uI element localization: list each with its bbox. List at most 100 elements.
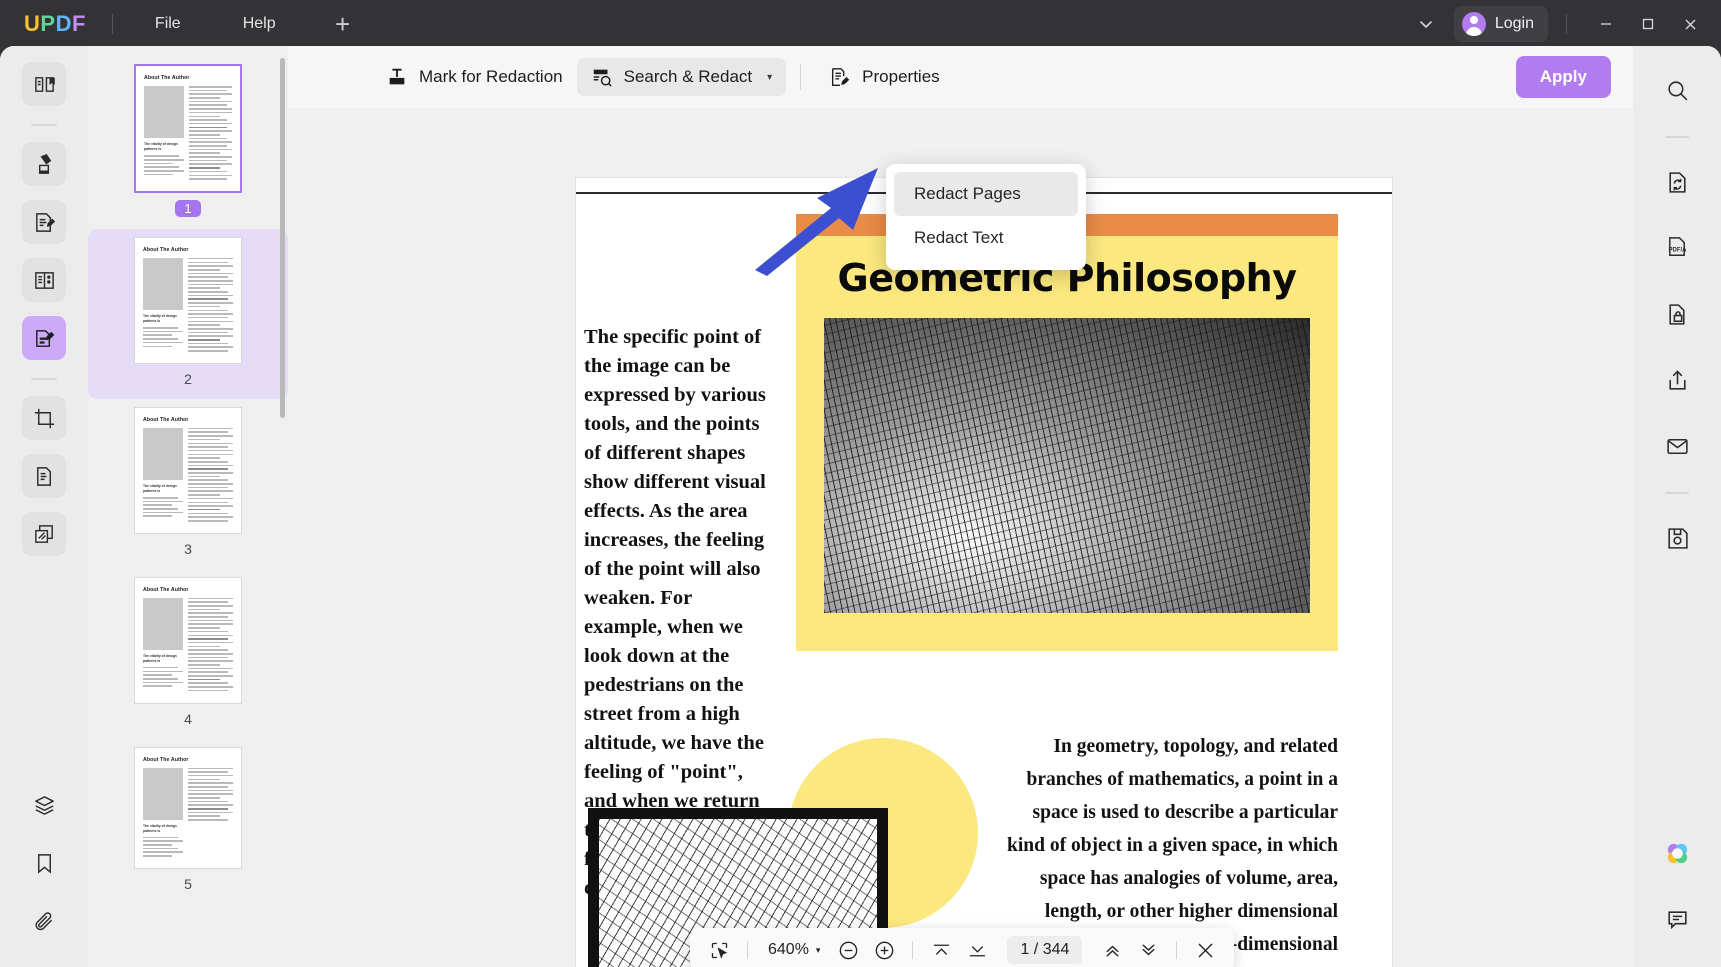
new-tab-button[interactable]: +	[326, 7, 360, 41]
thumbnail-preview: About The Author The vitality of design …	[134, 576, 242, 704]
fit-page-top-icon[interactable]	[925, 934, 957, 966]
menu-help[interactable]: Help	[227, 9, 292, 39]
search-redact-dropdown-menu: Redact Pages Redact Text	[886, 164, 1086, 270]
sidebar-item-redact[interactable]	[22, 316, 66, 360]
minimize-button[interactable]	[1585, 6, 1627, 42]
share-export-icon[interactable]	[1655, 358, 1699, 402]
thumbnail-image-placeholder	[143, 427, 183, 480]
menu-item-redact-text[interactable]: Redact Text	[894, 216, 1078, 260]
thumbnail-text-lines	[189, 86, 232, 182]
search-and-redact-label: Search & Redact	[623, 67, 753, 86]
thumbnail-title: About The Author	[143, 756, 189, 763]
thumbnail-preview: About The Author The vitality of design …	[134, 236, 242, 364]
chevron-down-icon: ▾	[767, 71, 773, 83]
login-label: Login	[1494, 15, 1534, 32]
redact-toolbar: Mark for Redaction Search & Redact ▾ Pro…	[288, 46, 1633, 108]
hero-block: Geometric Philosophy	[796, 214, 1338, 651]
thumbnail-image-placeholder	[144, 86, 184, 138]
thumbnail-preview: About The Author The vitality of design …	[134, 64, 242, 193]
zoom-level-selector[interactable]: 640% ▾	[760, 941, 828, 959]
thumbnail-subtitle: The vitality of design patterns is	[143, 653, 177, 663]
left-tool-rail	[0, 46, 88, 967]
avatar	[1461, 12, 1486, 36]
sidebar-item-attachment[interactable]	[22, 899, 66, 943]
thumbnail-page-number: 1	[175, 199, 201, 217]
properties-icon	[829, 66, 851, 88]
thumbnail-page-number: 3	[184, 540, 192, 557]
updf-application-window: U P D F File Help + Login About The Auth…	[0, 0, 1721, 967]
ai-assistant-icon[interactable]	[1655, 831, 1699, 875]
sidebar-item-layers[interactable]	[22, 783, 66, 827]
float-divider-2	[912, 941, 914, 959]
thumbnail-text-lines	[188, 427, 233, 524]
svg-text:PDF/A: PDF/A	[1668, 247, 1687, 253]
email-icon[interactable]	[1655, 424, 1699, 468]
updf-logo: U P D F	[24, 11, 86, 37]
menu-item-redact-pages[interactable]: Redact Pages	[894, 172, 1078, 216]
titlebar-right-group: Login	[1408, 6, 1721, 42]
properties-label: Properties	[862, 67, 940, 86]
pointer-select-icon[interactable]	[703, 934, 735, 966]
zoom-out-button[interactable]	[832, 934, 864, 966]
chevrons-up-icon[interactable]	[1096, 934, 1128, 966]
login-button[interactable]: Login	[1453, 6, 1548, 42]
sidebar-item-ocr[interactable]	[22, 454, 66, 498]
pdf-page[interactable]: Geometric Philosophy The specific point …	[576, 178, 1392, 967]
sidebar-item-organize-pages[interactable]	[22, 512, 66, 556]
thumbnail-scrollbar[interactable]	[280, 58, 285, 418]
thumbnail-page-5[interactable]: About The Author The vitality of design …	[88, 739, 288, 904]
logo-letter-u: U	[24, 11, 41, 36]
protect-lock-icon[interactable]	[1655, 292, 1699, 336]
apply-button[interactable]: Apply	[1515, 56, 1611, 98]
thumbnail-image-placeholder	[143, 257, 183, 310]
pdfa-icon[interactable]: PDF/A	[1655, 226, 1699, 270]
float-divider-3	[1176, 941, 1178, 959]
properties-button[interactable]: Properties	[815, 58, 953, 96]
save-icon[interactable]	[1655, 516, 1699, 560]
thumbnail-page-1[interactable]: About The Author The vitality of design …	[88, 56, 288, 229]
sidebar-item-bookmark[interactable]	[22, 841, 66, 885]
search-and-redact-button[interactable]: Search & Redact ▾	[576, 58, 787, 96]
right-tool-rail: PDF/A	[1633, 46, 1721, 967]
thumbnail-page-3[interactable]: About The Author The vitality of design …	[88, 399, 288, 569]
menu-file[interactable]: File	[139, 9, 197, 39]
chevron-down-icon[interactable]	[1408, 6, 1444, 42]
mark-for-redaction-button[interactable]: Mark for Redaction	[372, 58, 577, 96]
zoom-in-button[interactable]	[868, 934, 900, 966]
fit-page-bottom-icon[interactable]	[961, 934, 993, 966]
titlebar-divider	[111, 14, 113, 34]
thumbnail-title: About The Author	[144, 75, 190, 81]
right-rail-divider-1	[1665, 136, 1689, 138]
thumbnail-text-lines	[188, 597, 233, 694]
thumbnail-page-2[interactable]: About The Author The vitality of design …	[88, 228, 288, 399]
thumbnail-page-number: 4	[184, 710, 192, 727]
sidebar-item-annotate[interactable]	[22, 142, 66, 186]
sidebar-item-edit-pdf[interactable]	[22, 200, 66, 244]
float-divider-1	[747, 941, 748, 959]
logo-letter-f: F	[71, 11, 86, 36]
thumbnail-page-4[interactable]: About The Author The vitality of design …	[88, 569, 288, 739]
search-icon[interactable]	[1655, 68, 1699, 112]
page-indicator[interactable]: 1 / 344	[1007, 936, 1083, 964]
thumbnail-page-number: 2	[184, 370, 192, 387]
thumbnail-subtitle: The vitality of design patterns is	[143, 483, 177, 493]
close-button[interactable]	[1669, 6, 1711, 42]
thumbnail-text-lines	[188, 767, 233, 859]
sidebar-item-form[interactable]	[22, 258, 66, 302]
titlebar-divider-2	[1566, 14, 1567, 34]
chevrons-down-icon[interactable]	[1132, 934, 1164, 966]
right-rail-divider-2	[1665, 492, 1689, 494]
maximize-button[interactable]	[1627, 6, 1669, 42]
convert-pdf-icon[interactable]	[1655, 160, 1699, 204]
close-icon[interactable]	[1189, 934, 1221, 966]
sidebar-item-reader[interactable]	[22, 62, 66, 106]
thumbnail-panel[interactable]: About The Author The vitality of design …	[88, 46, 288, 967]
thumbnail-subtitle: The vitality of design patterns is	[143, 313, 177, 323]
sidebar-item-crop[interactable]	[22, 396, 66, 440]
logo-letter-p: P	[40, 11, 56, 36]
thumbnail-image-placeholder	[143, 767, 183, 820]
thumbnail-preview: About The Author The vitality of design …	[134, 746, 242, 869]
thumbnail-title: About The Author	[143, 416, 189, 423]
thumbnail-title: About The Author	[143, 586, 189, 593]
comment-chat-icon[interactable]	[1655, 897, 1699, 941]
